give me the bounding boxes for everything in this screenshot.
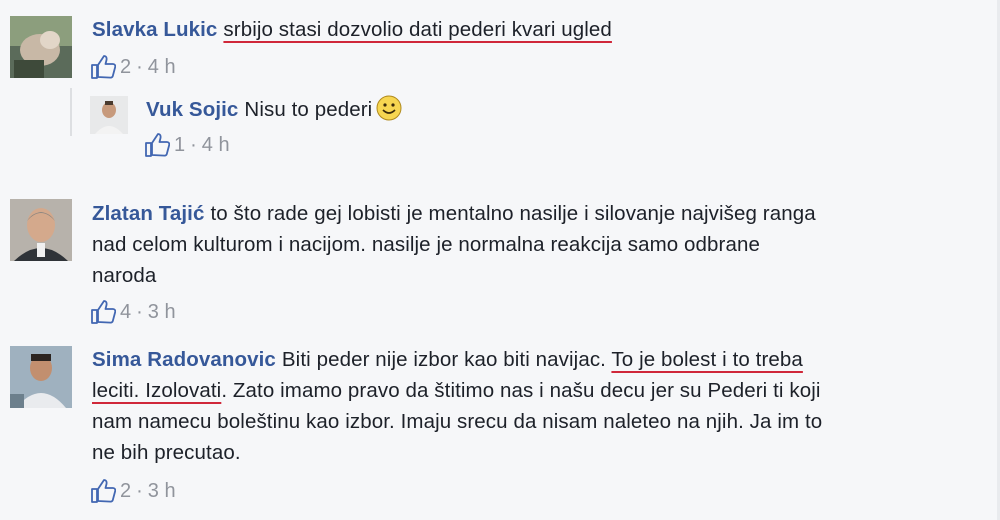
meta-separator: · bbox=[136, 300, 143, 323]
thumbs-up-icon[interactable] bbox=[90, 54, 117, 80]
avatar[interactable] bbox=[10, 346, 72, 408]
comment-timestamp[interactable]: 4 h bbox=[148, 56, 176, 79]
comment-text-underlined: leciti. Izolovati bbox=[92, 379, 222, 402]
comment-text-line: nad celom kulturom i nacijom. nasilje je… bbox=[92, 233, 760, 256]
thumbs-up-icon[interactable] bbox=[90, 299, 117, 325]
thumbs-up-icon[interactable] bbox=[144, 132, 171, 158]
comment-text: Biti peder nije izbor kao biti navijac. bbox=[281, 348, 612, 371]
avatar[interactable] bbox=[90, 96, 128, 134]
thumbs-up-icon[interactable] bbox=[90, 478, 117, 504]
like-count[interactable]: 2 bbox=[120, 480, 131, 503]
comment-text-line: naroda bbox=[92, 264, 157, 287]
meta-separator: · bbox=[136, 479, 143, 502]
like-count[interactable]: 4 bbox=[120, 301, 131, 324]
avatar[interactable] bbox=[10, 199, 72, 261]
reply-text: Nisu to pederi bbox=[244, 98, 373, 121]
comment-author[interactable]: Sima Radovanovic bbox=[92, 348, 276, 371]
reply-thread-line bbox=[70, 88, 72, 136]
comment-timestamp[interactable]: 3 h bbox=[148, 301, 176, 324]
meta-separator: · bbox=[190, 133, 197, 156]
reply-timestamp[interactable]: 4 h bbox=[202, 134, 230, 157]
comment-text: srbijo stasi dozvolio dati pederi kvari … bbox=[223, 18, 612, 41]
like-count[interactable]: 2 bbox=[120, 56, 131, 79]
reply-author[interactable]: Vuk Sojic bbox=[146, 98, 238, 121]
comment-timestamp[interactable]: 3 h bbox=[148, 480, 176, 503]
comment-text-line: ne bih precutao. bbox=[92, 441, 241, 464]
comment-author[interactable]: Zlatan Tajić bbox=[92, 202, 204, 225]
comment-text: . Zato imamo pravo da štitimo nas i našu… bbox=[221, 379, 821, 402]
meta-separator: · bbox=[136, 55, 143, 78]
comment-text-underlined: To je bolest i to treba bbox=[611, 348, 803, 371]
smile-emoji-icon bbox=[376, 95, 402, 130]
avatar[interactable] bbox=[10, 16, 72, 78]
comment-text-line: nam namecu boleštinu kao izbor. Imaju sr… bbox=[92, 410, 823, 433]
comment-text-line: to što rade gej lobisti je mentalno nasi… bbox=[210, 202, 816, 225]
comment-author[interactable]: Slavka Lukic bbox=[92, 18, 217, 41]
like-count[interactable]: 1 bbox=[174, 134, 185, 157]
